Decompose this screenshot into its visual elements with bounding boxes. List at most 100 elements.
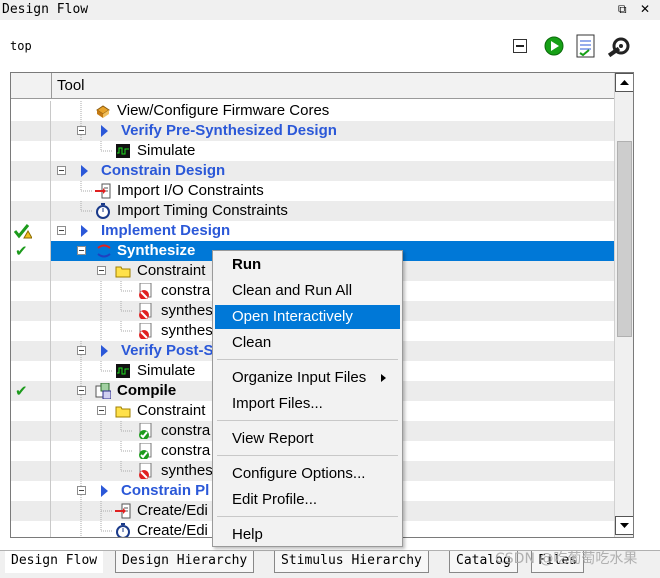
menu-separator bbox=[217, 455, 398, 456]
file-ok-icon bbox=[139, 443, 152, 459]
flow-arrow-icon bbox=[81, 165, 88, 177]
collapse-toggle-icon[interactable] bbox=[77, 126, 86, 135]
collapse-toggle-icon[interactable] bbox=[57, 166, 66, 175]
simulate-icon bbox=[116, 144, 130, 158]
simulate-icon bbox=[116, 364, 130, 378]
tree-item-label: synthes bbox=[161, 462, 213, 479]
collapse-toggle-icon[interactable] bbox=[57, 226, 66, 235]
flow-arrow-icon bbox=[101, 345, 108, 357]
tree-item-label: constra bbox=[161, 442, 211, 459]
menu-item-configure-options[interactable]: Configure Options... bbox=[215, 462, 400, 486]
tree-row-import-io-constraints[interactable]: Import I/O Constraints bbox=[11, 181, 614, 201]
submenu-arrow-icon bbox=[381, 374, 386, 382]
menu-separator bbox=[217, 516, 398, 517]
folder-icon bbox=[115, 266, 131, 278]
tree-column-header: Tool bbox=[11, 73, 614, 99]
tree-row-constrain-design[interactable]: Constrain Design bbox=[11, 161, 614, 181]
tree-item-label: Compile bbox=[117, 382, 177, 399]
success-check-icon: ✔ bbox=[15, 242, 28, 260]
tree-row-verify-pre-synthesized-design[interactable]: Verify Pre-Synthesized Design bbox=[11, 121, 614, 141]
compile-icon bbox=[95, 383, 111, 399]
menu-item-clean[interactable]: Clean bbox=[215, 331, 400, 355]
tree-item-label: Simulate bbox=[137, 142, 196, 159]
collapse-toggle-icon[interactable] bbox=[97, 406, 106, 415]
tree-row-view-configure-firmware-cores[interactable]: View/Configure Firmware Cores bbox=[11, 101, 614, 121]
menu-item-open-interactively[interactable]: Open Interactively bbox=[215, 305, 400, 329]
flow-arrow-icon bbox=[81, 225, 88, 237]
collapse-toggle-icon[interactable] bbox=[77, 486, 86, 495]
panel-tabs: Design Flow Design Hierarchy Stimulus Hi… bbox=[0, 550, 660, 578]
synthesize-icon bbox=[97, 244, 111, 258]
file-ok-icon bbox=[139, 423, 152, 439]
panel-title-bar: Design Flow ⧉ ✕ bbox=[0, 0, 660, 20]
tree-row-simulate[interactable]: Simulate bbox=[11, 141, 614, 161]
context-menu: Run Clean and Run All Open Interactively… bbox=[212, 250, 403, 547]
close-icon[interactable]: ✕ bbox=[640, 1, 650, 17]
tree-item-label: Create/Edi bbox=[137, 502, 208, 519]
report-icon[interactable] bbox=[576, 34, 596, 58]
file-error-icon bbox=[139, 303, 152, 319]
tree-item-label: Verify Pre-Synthesized Design bbox=[121, 122, 337, 139]
import-io-icon bbox=[95, 183, 111, 199]
menu-separator bbox=[217, 420, 398, 421]
run-icon[interactable] bbox=[544, 36, 564, 56]
tree-item-label: Import I/O Constraints bbox=[117, 182, 264, 199]
tree-item-label: Constrain Design bbox=[101, 162, 226, 179]
tab-stimulus-hierarchy[interactable]: Stimulus Hierarchy bbox=[274, 551, 429, 573]
firmware-cores-icon bbox=[96, 105, 110, 118]
menu-item-organize-input-files[interactable]: Organize Input Files bbox=[215, 366, 400, 390]
menu-item-clean-and-run-all[interactable]: Clean and Run All bbox=[215, 279, 400, 303]
top-module-label: top bbox=[10, 39, 32, 53]
tree-row-implement-design[interactable]: Implement Design bbox=[11, 221, 614, 241]
triangle-down-icon bbox=[620, 523, 629, 528]
toolbar: top bbox=[0, 20, 660, 72]
settings-icon[interactable] bbox=[607, 34, 633, 58]
tree-item-label: View/Configure Firmware Cores bbox=[117, 102, 330, 119]
menu-item-view-report[interactable]: View Report bbox=[215, 427, 400, 451]
tree-item-label: Import Timing Constraints bbox=[117, 202, 288, 219]
restore-icon[interactable]: ⧉ bbox=[618, 1, 627, 17]
tree-row-import-timing-constraints[interactable]: Import Timing Constraints bbox=[11, 201, 614, 221]
menu-item-label: Organize Input Files bbox=[232, 369, 367, 386]
menu-separator bbox=[217, 359, 398, 360]
tree-item-label: synthes bbox=[161, 322, 213, 339]
file-error-icon bbox=[139, 463, 152, 479]
tree-item-label: Synthesize bbox=[117, 242, 196, 259]
tree-item-label: Simulate bbox=[137, 362, 196, 379]
menu-item-run[interactable]: Run bbox=[215, 253, 400, 277]
stopwatch-icon bbox=[96, 203, 110, 219]
collapse-toggle-icon[interactable] bbox=[77, 386, 86, 395]
tree-item-label: Constraint bbox=[137, 402, 206, 419]
tree-item-label: synthes bbox=[161, 302, 213, 319]
import-io-icon bbox=[115, 503, 131, 519]
tree-item-label: Verify Post-S bbox=[121, 342, 214, 359]
file-error-icon bbox=[139, 283, 152, 299]
tree-item-label: Create/Edi bbox=[137, 522, 208, 538]
tree-item-label: constra bbox=[161, 422, 211, 439]
warning-check-icon bbox=[14, 224, 32, 239]
flow-arrow-icon bbox=[101, 125, 108, 137]
menu-item-import-files[interactable]: Import Files... bbox=[215, 392, 400, 416]
tab-design-hierarchy[interactable]: Design Hierarchy bbox=[115, 551, 255, 573]
vertical-scrollbar[interactable] bbox=[614, 73, 633, 537]
stopwatch-icon bbox=[116, 523, 130, 537]
scroll-up-button[interactable] bbox=[615, 73, 633, 92]
collapse-toggle-icon[interactable] bbox=[77, 246, 86, 255]
file-error-icon bbox=[139, 323, 152, 339]
flow-arrow-icon bbox=[101, 485, 108, 497]
scrollbar-thumb[interactable] bbox=[617, 141, 632, 337]
triangle-up-icon bbox=[620, 80, 629, 85]
tree-item-label: constra bbox=[161, 282, 211, 299]
tab-design-flow[interactable]: Design Flow bbox=[5, 551, 104, 573]
menu-item-help[interactable]: Help bbox=[215, 523, 400, 547]
tree-item-label: Constraint bbox=[137, 262, 206, 279]
tree-item-label: Implement Design bbox=[101, 222, 231, 239]
menu-item-edit-profile[interactable]: Edit Profile... bbox=[215, 488, 400, 512]
collapse-toggle-icon[interactable] bbox=[77, 346, 86, 355]
success-check-icon: ✔ bbox=[15, 382, 28, 400]
watermark: CSDN @吃葡萄吃水果 bbox=[495, 551, 638, 567]
scroll-down-button[interactable] bbox=[615, 516, 633, 535]
tool-column-header[interactable]: Tool bbox=[57, 77, 85, 94]
collapse-toggle-icon[interactable] bbox=[97, 266, 106, 275]
collapse-all-icon[interactable] bbox=[513, 39, 527, 53]
